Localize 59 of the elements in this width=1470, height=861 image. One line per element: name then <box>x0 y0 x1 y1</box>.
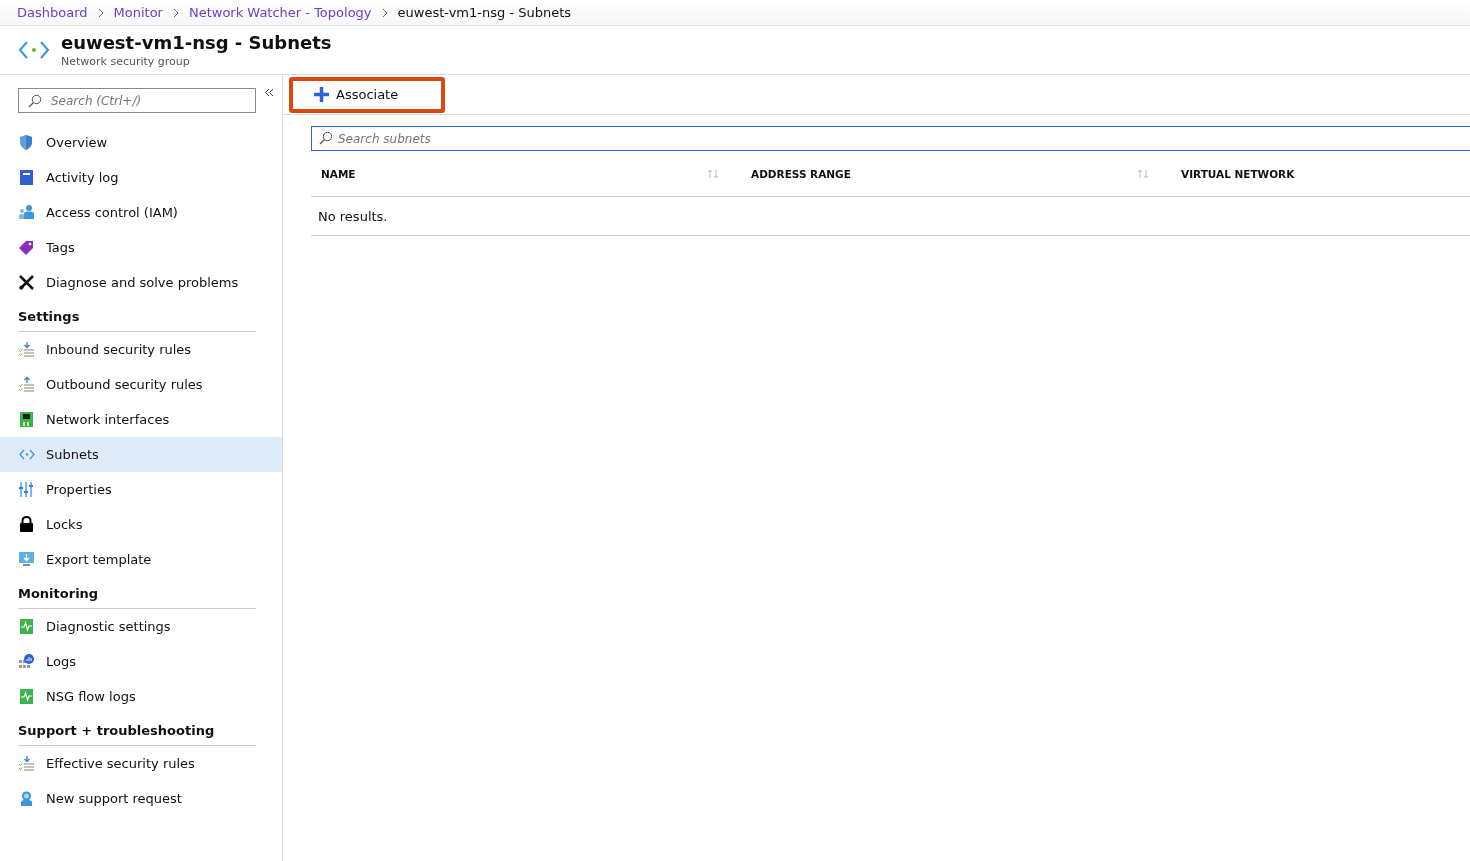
nav-item[interactable]: Diagnose and solve problems <box>0 265 282 300</box>
breadcrumb-current: euwest-vm1-nsg - Subnets <box>397 5 571 20</box>
section-heading: Settings <box>18 309 256 332</box>
network-card-icon <box>18 411 35 428</box>
pulse-icon <box>18 688 35 705</box>
nav-item[interactable]: New support request <box>0 781 282 816</box>
breadcrumb-link[interactable]: Network Watcher - Topology <box>188 5 372 20</box>
rules-icon <box>18 755 35 772</box>
nav-item[interactable]: Overview <box>0 125 282 160</box>
chevron-icon <box>380 7 389 18</box>
nav-item[interactable]: Outbound security rules <box>0 367 282 402</box>
tag-icon <box>18 239 35 256</box>
column-header: VIRTUAL NETWORK <box>1181 167 1295 180</box>
search-field[interactable]: Search (Ctrl+/) <box>18 88 256 113</box>
breadcrumb-link[interactable]: Dashboard <box>17 5 88 20</box>
search-field[interactable]: Search subnets <box>311 126 1470 151</box>
nav-item[interactable]: Logs <box>0 644 282 679</box>
nav-item[interactable]: Inbound security rules <box>0 332 282 367</box>
breadcrumb-link[interactable]: Monitor <box>113 5 163 20</box>
people-icon <box>18 204 35 221</box>
section-heading: Support + troubleshooting <box>18 723 256 746</box>
nav-item[interactable]: Access control (IAM) <box>0 195 282 230</box>
nav-item[interactable]: Diagnostic settings <box>0 609 282 644</box>
nav-item[interactable]: NSG flow logs <box>0 679 282 714</box>
collapse-button[interactable] <box>264 88 274 97</box>
double-chevron-icon <box>264 88 274 97</box>
monitor-icon <box>18 551 35 568</box>
nav-item[interactable]: Properties <box>0 472 282 507</box>
section-heading: Monitoring <box>18 586 256 609</box>
page-subtitle: Network security group <box>61 55 191 68</box>
nav-item[interactable]: Locks <box>0 507 282 542</box>
rules-icon <box>18 341 35 358</box>
column-header: ADDRESS RANGE <box>751 167 851 180</box>
page-title: euwest-vm1-nsg - Subnets <box>61 32 332 53</box>
lock-icon <box>18 516 35 533</box>
nav-item[interactable]: Activity log <box>0 160 282 195</box>
nav-item[interactable]: Subnets <box>0 437 282 472</box>
chevron-icon <box>96 7 105 18</box>
support-icon <box>18 790 35 807</box>
nav-item[interactable]: Effective security rules <box>0 746 282 781</box>
tools-icon <box>18 274 35 291</box>
shield-icon <box>18 134 35 151</box>
sort-icon <box>707 168 719 179</box>
plus-icon <box>313 86 330 103</box>
search-icon <box>28 94 42 108</box>
logs-icon <box>18 653 35 670</box>
search-icon <box>319 131 333 145</box>
column-header: NAME <box>321 167 356 180</box>
pulse-icon <box>18 618 35 635</box>
nav-item[interactable]: Tags <box>0 230 282 265</box>
sort-icon <box>1137 168 1149 179</box>
book-icon <box>18 169 35 186</box>
empty-message: No results. <box>318 208 388 224</box>
sliders-icon <box>18 481 35 498</box>
nav-item[interactable]: Network interfaces <box>0 402 282 437</box>
chevron-icon <box>171 7 180 18</box>
associate-button[interactable]: Associate <box>289 76 445 113</box>
nav-item[interactable]: Export template <box>0 542 282 577</box>
rules-icon <box>18 376 35 393</box>
